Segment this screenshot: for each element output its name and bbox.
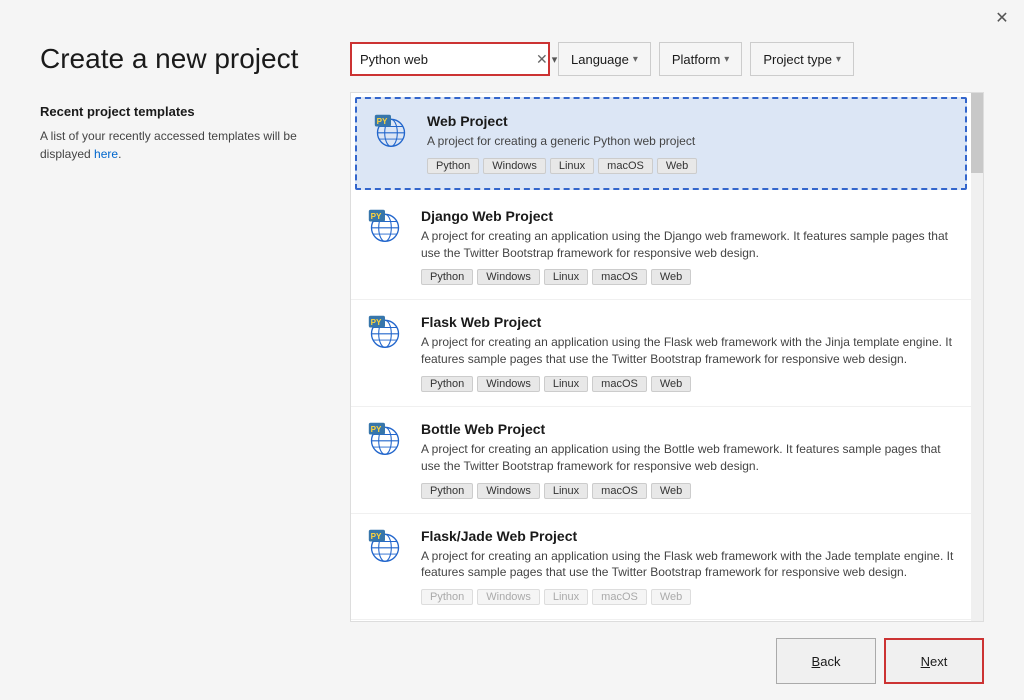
tag: macOS: [598, 158, 653, 174]
tag: Linux: [544, 269, 588, 285]
tag: Windows: [477, 376, 540, 392]
templates-list: PY Web Project A project for creating a …: [350, 92, 984, 622]
title-bar: ✕: [0, 0, 1024, 32]
tags-container: PythonWindowsLinuxmacOSWeb: [427, 158, 949, 174]
template-icon: PY: [367, 208, 407, 248]
template-icon: PY: [367, 314, 407, 354]
project-type-filter-button[interactable]: Project type ▾: [750, 42, 854, 76]
template-item[interactable]: PY Bottle Web Project A project for crea…: [351, 407, 971, 514]
next-button[interactable]: Next: [884, 638, 984, 684]
tag: Windows: [477, 269, 540, 285]
template-desc: A project for creating a generic Python …: [427, 133, 949, 150]
template-icon: PY: [367, 528, 407, 568]
tag: Python: [421, 483, 473, 499]
tag: Python: [427, 158, 479, 174]
tag: Web: [657, 158, 697, 174]
scrollbar-track[interactable]: [971, 93, 983, 621]
tag: Windows: [477, 589, 540, 605]
platform-filter-button[interactable]: Platform ▾: [659, 42, 742, 76]
toolbar: ✕ ▾ Language ▾ Platform ▾ Project type ▾: [350, 42, 984, 76]
tag: Linux: [544, 483, 588, 499]
platform-dropdown-icon: ▾: [724, 54, 729, 65]
template-desc: A project for creating an application us…: [421, 548, 955, 582]
search-clear-icon[interactable]: ✕: [536, 51, 548, 68]
right-panel: ✕ ▾ Language ▾ Platform ▾ Project type ▾: [350, 32, 984, 622]
search-dropdown-icon[interactable]: ▾: [552, 53, 558, 66]
template-info: Django Web Project A project for creatin…: [421, 208, 955, 286]
tags-container: PythonWindowsLinuxmacOSWeb: [421, 376, 955, 392]
language-filter-label: Language: [571, 52, 629, 67]
template-info: Flask Web Project A project for creating…: [421, 314, 955, 392]
tag: Linux: [550, 158, 594, 174]
language-filter-button[interactable]: Language ▾: [558, 42, 651, 76]
template-desc: A project for creating an application us…: [421, 441, 955, 475]
tags-container: PythonWindowsLinuxmacOSWeb: [421, 269, 955, 285]
template-icon: PY: [367, 421, 407, 461]
svg-text:PY: PY: [371, 212, 382, 221]
recent-templates-desc: A list of your recently accessed templat…: [40, 127, 320, 163]
tag: Windows: [477, 483, 540, 499]
template-info: Bottle Web Project A project for creatin…: [421, 421, 955, 499]
template-name: Flask Web Project: [421, 314, 955, 330]
template-info: Web Project A project for creating a gen…: [427, 113, 949, 174]
page-title: Create a new project: [40, 42, 320, 76]
svg-text:PY: PY: [371, 531, 382, 540]
search-input[interactable]: [360, 52, 536, 67]
back-label: Back: [812, 654, 841, 669]
tag: Web: [651, 269, 691, 285]
tag: macOS: [592, 376, 647, 392]
tag: Windows: [483, 158, 546, 174]
scrollbar-thumb[interactable]: [971, 93, 983, 173]
search-box[interactable]: ✕ ▾: [350, 42, 550, 76]
template-icon: PY: [373, 113, 413, 153]
footer: Back Next: [0, 622, 1024, 700]
tag: Linux: [544, 589, 588, 605]
back-button[interactable]: Back: [776, 638, 876, 684]
project-type-filter-label: Project type: [763, 52, 832, 67]
tags-container: PythonWindowsLinuxmacOSWeb: [421, 589, 955, 605]
template-desc: A project for creating an application us…: [421, 334, 955, 368]
svg-text:PY: PY: [377, 117, 388, 126]
tags-container: PythonWindowsLinuxmacOSWeb: [421, 483, 955, 499]
platform-filter-label: Platform: [672, 52, 720, 67]
tag: Python: [421, 589, 473, 605]
tag: macOS: [592, 589, 647, 605]
tag: macOS: [592, 483, 647, 499]
language-dropdown-icon: ▾: [633, 54, 638, 65]
next-label: Next: [921, 654, 948, 669]
main-content: Create a new project Recent project temp…: [0, 32, 1024, 622]
template-name: Flask/Jade Web Project: [421, 528, 955, 544]
template-item[interactable]: PY Django Web Project A project for crea…: [351, 194, 971, 301]
tag: macOS: [592, 269, 647, 285]
recent-desc-before: A list of your recently accessed templat…: [40, 129, 297, 161]
template-item[interactable]: PY Flask Web Project A project for creat…: [351, 300, 971, 407]
tag: Web: [651, 483, 691, 499]
tag: Web: [651, 376, 691, 392]
template-name: Bottle Web Project: [421, 421, 955, 437]
template-info: Flask/Jade Web Project A project for cre…: [421, 528, 955, 606]
left-panel: Create a new project Recent project temp…: [40, 32, 320, 622]
project-type-dropdown-icon: ▾: [836, 54, 841, 65]
tag: Python: [421, 269, 473, 285]
template-item[interactable]: PY Web Project A project for creating a …: [355, 97, 967, 190]
main-window: ✕ Create a new project Recent project te…: [0, 0, 1024, 700]
recent-desc-link[interactable]: here: [94, 147, 118, 161]
template-name: Web Project: [427, 113, 949, 129]
template-desc: A project for creating an application us…: [421, 228, 955, 262]
svg-text:PY: PY: [371, 318, 382, 327]
tag: Python: [421, 376, 473, 392]
recent-templates-title: Recent project templates: [40, 104, 320, 119]
recent-desc-after: .: [118, 147, 121, 161]
tag: Web: [651, 589, 691, 605]
template-item[interactable]: PY Flask/Jade Web Project A project for …: [351, 514, 971, 621]
close-button[interactable]: ✕: [992, 8, 1012, 28]
template-name: Django Web Project: [421, 208, 955, 224]
tag: Linux: [544, 376, 588, 392]
svg-text:PY: PY: [371, 425, 382, 434]
